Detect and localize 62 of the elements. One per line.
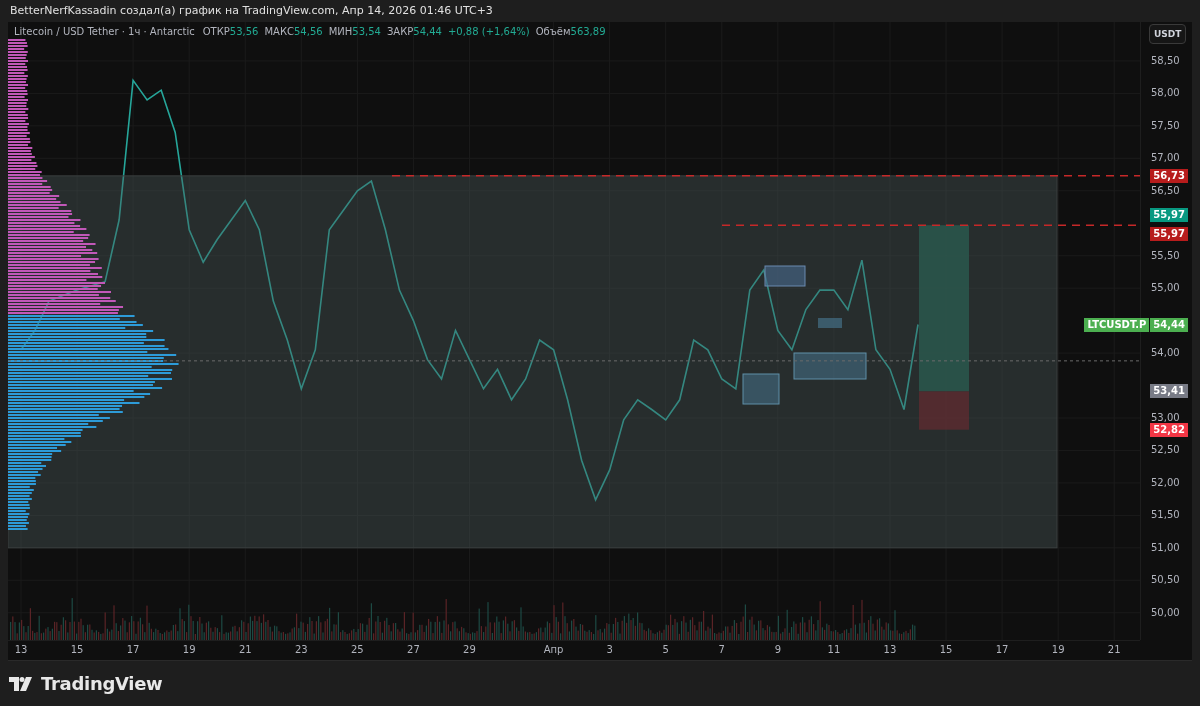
date-label: 3 (606, 644, 613, 655)
highlight-box (764, 265, 806, 287)
date-label: 13 (14, 644, 28, 655)
date-label: 5 (662, 644, 669, 655)
date-label: 21 (238, 644, 252, 655)
date-label: 15 (70, 644, 84, 655)
legend-value: 563,89 (570, 26, 606, 37)
price-label: 53,00 (1151, 411, 1180, 425)
date-label: 9 (774, 644, 781, 655)
legend-label: МИН (328, 26, 353, 37)
price-label: 50,00 (1151, 605, 1180, 620)
price-label: 52,50 (1151, 443, 1180, 458)
date-label: 7 (718, 644, 725, 655)
legend-value: 54,44 (413, 26, 442, 37)
stop-zone (919, 391, 969, 430)
date-label: 17 (995, 644, 1009, 655)
legend-label: ЗАКР (386, 26, 414, 37)
date-label: 13 (883, 644, 897, 655)
price-tag: 56,73 (1150, 168, 1188, 183)
legend-label: МАКС (264, 26, 294, 37)
logo-icon (9, 676, 35, 691)
price-label: 54,00 (1151, 346, 1180, 361)
price-tag: 52,82 (1150, 422, 1188, 437)
price-label: 58,50 (1151, 53, 1180, 68)
price-change: +0,88 (+1,64%) (447, 26, 530, 37)
currency-button[interactable]: USDT (1149, 24, 1187, 44)
price-label: 56,50 (1151, 183, 1180, 198)
price-label: 55,00 (1151, 281, 1180, 296)
price-label: 57,50 (1151, 118, 1180, 133)
price-tag: 55,97 (1150, 227, 1188, 242)
price-label: 50,50 (1151, 573, 1180, 588)
price-label: 58,00 (1151, 86, 1180, 101)
price-tag: 53,41 (1150, 384, 1188, 399)
date-label: 29 (463, 644, 476, 655)
highlight-box (818, 318, 842, 328)
logo-text: TradingView (41, 673, 163, 694)
price-label: 55,50 (1151, 248, 1180, 263)
date-label: 25 (351, 644, 364, 655)
highlight-box (742, 373, 780, 405)
price-label: 57,00 (1151, 151, 1180, 166)
date-label: 19 (1051, 644, 1065, 655)
legend-value: 53,54 (352, 26, 381, 37)
legend-value: 53,56 (229, 26, 259, 37)
symbol-tag: LTCUSDT.P (1084, 317, 1150, 332)
date-label: 17 (126, 644, 140, 655)
price-label: 51,50 (1151, 508, 1180, 523)
date-label: 19 (182, 644, 196, 655)
date-label: Апр (543, 644, 564, 655)
date-label: 27 (407, 644, 420, 655)
symbol-title[interactable]: Litecoin / USD Tether · 1ч · Antarctic (14, 26, 195, 37)
chart-caption: BetterNerfKassadin создал(а) график на TradingView.com, Апр 14, 2026 01:46 UTC+3 (9, 3, 494, 19)
date-label: 23 (294, 644, 308, 655)
price-label: 51,00 (1151, 540, 1180, 555)
legend-label: Объём (535, 26, 571, 37)
legend-label: ОТКР (202, 26, 230, 37)
price-tag: 54,44 (1150, 317, 1188, 332)
date-label: 11 (827, 644, 841, 655)
date-label: 15 (939, 644, 953, 655)
date-label: 21 (1107, 644, 1121, 655)
price-tag: 55,97 (1150, 208, 1188, 223)
price-label: 52,00 (1151, 475, 1180, 490)
legend-value: 54,56 (294, 26, 323, 37)
